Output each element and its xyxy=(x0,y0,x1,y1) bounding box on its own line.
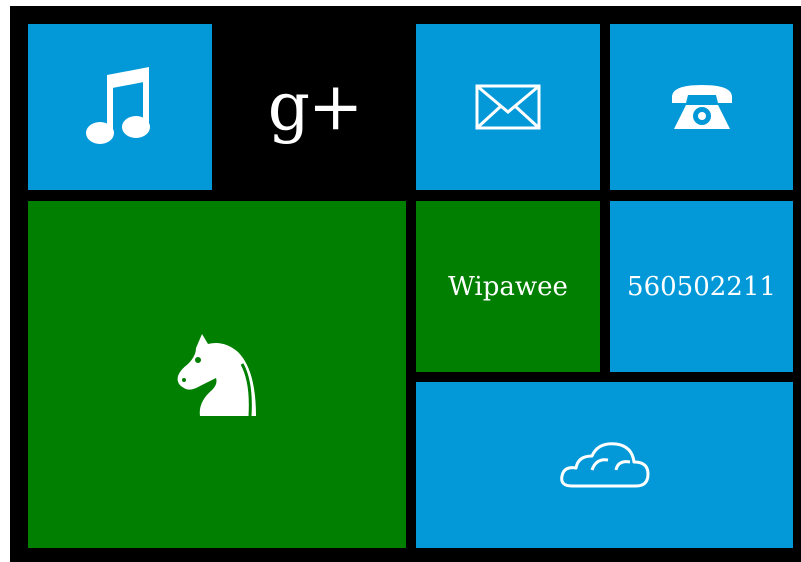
mail-tile[interactable] xyxy=(416,24,600,190)
envelope-icon xyxy=(475,84,541,130)
google-plus-label: g+ xyxy=(267,68,364,145)
chess-knight-icon xyxy=(177,333,256,416)
cloud-tile[interactable] xyxy=(416,382,793,548)
music-note-icon xyxy=(86,67,150,144)
cloud-icon xyxy=(559,442,649,488)
google-plus-tile[interactable]: g+ xyxy=(222,24,407,190)
phone-tile[interactable] xyxy=(610,24,793,190)
number-label: 560502211 xyxy=(627,271,776,302)
name-tile[interactable]: Wipawee xyxy=(416,201,600,372)
number-tile[interactable]: 560502211 xyxy=(610,201,793,372)
chess-tile[interactable] xyxy=(28,201,406,548)
telephone-icon xyxy=(671,85,732,129)
name-label: Wipawee xyxy=(448,271,568,302)
music-tile[interactable] xyxy=(28,24,212,190)
